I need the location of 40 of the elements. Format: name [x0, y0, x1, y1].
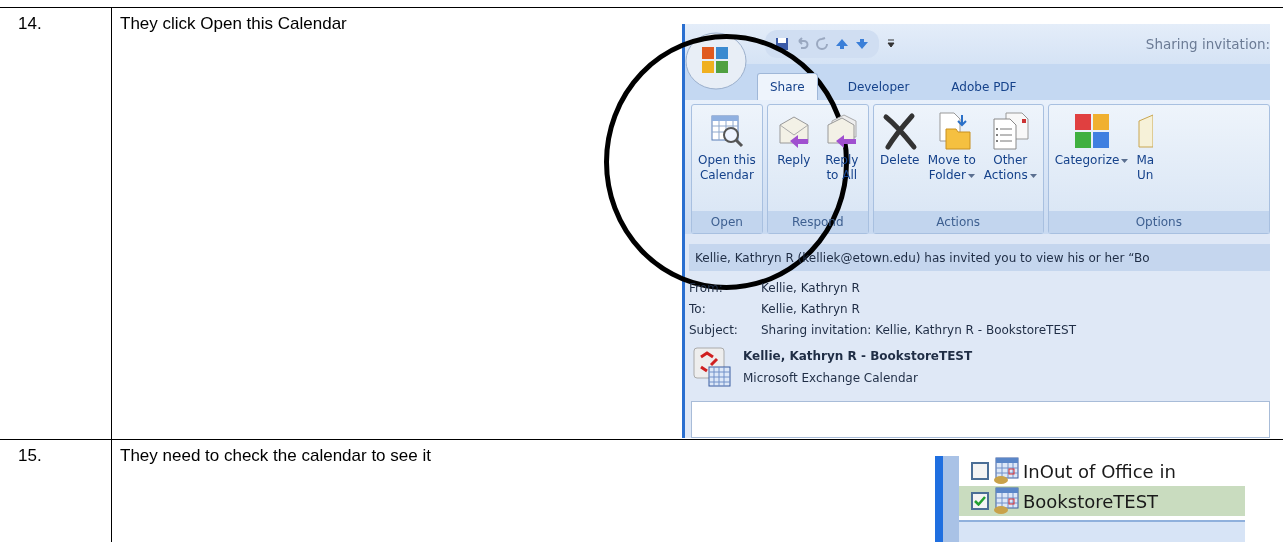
- attachment-name[interactable]: Kellie, Kathryn R - BookstoreTEST: [743, 349, 973, 363]
- group-label: Actions: [936, 215, 981, 229]
- ribbon-button[interactable]: Reply: [769, 109, 818, 211]
- field-label: To:: [689, 302, 707, 316]
- up-arrow-icon[interactable]: [835, 37, 849, 51]
- shared-calendar-icon: [993, 487, 1019, 515]
- step-instruction: They click Open this Calendar: [120, 14, 347, 34]
- calendar-name[interactable]: InOut of Office in: [1023, 460, 1176, 482]
- ribbon-tab[interactable]: Developer: [835, 74, 922, 100]
- customize-toolbar-icon[interactable]: [887, 39, 895, 49]
- calendar-name: BookstoreTEST: [1023, 490, 1159, 512]
- ribbon-button[interactable]: Open this Calendar: [694, 109, 760, 211]
- shared-calendar-icon: [993, 457, 1019, 485]
- step-number: 14.: [18, 14, 42, 34]
- group-label: Open: [710, 215, 743, 229]
- ribbon-button[interactable]: Delete: [875, 109, 924, 211]
- field-label: Subject:: [689, 323, 739, 337]
- group-label: Options: [1135, 215, 1182, 229]
- ribbon-button[interactable]: Other Actions: [979, 109, 1041, 211]
- down-arrow-icon[interactable]: [855, 37, 869, 51]
- field-value: Kellie, Kathryn R: [761, 302, 860, 316]
- envelope-icon: [1137, 111, 1154, 151]
- ribbon-button[interactable]: Move to Folder: [923, 109, 980, 211]
- step-number: 15.: [18, 446, 42, 466]
- field-value: Kellie, Kathryn R: [761, 281, 860, 295]
- shared-calendar-icon[interactable]: [693, 347, 731, 387]
- ribbon-button[interactable]: Categorize: [1050, 109, 1133, 211]
- checkbox[interactable]: [971, 492, 989, 510]
- calendar-list-item[interactable]: BookstoreTEST: [959, 486, 1245, 516]
- document-list-icon: [990, 111, 1031, 151]
- ribbon-tab[interactable]: Share: [757, 73, 818, 100]
- check-icon: [974, 496, 986, 506]
- step-instruction: They need to check the calendar to see it: [120, 446, 431, 466]
- checkbox[interactable]: [971, 462, 989, 480]
- office-button-icon[interactable]: [685, 32, 747, 90]
- ribbon-button[interactable]: Ma Un: [1132, 109, 1159, 211]
- field-value: Sharing invitation: Kellie, Kathryn R - BookstoreTEST: [761, 323, 1076, 337]
- attachment-type: Microsoft Exchange Calendar: [743, 371, 919, 385]
- ribbon-tab[interactable]: Adobe PDF: [939, 74, 1029, 100]
- window-title: Sharing invitation:: [1145, 36, 1270, 52]
